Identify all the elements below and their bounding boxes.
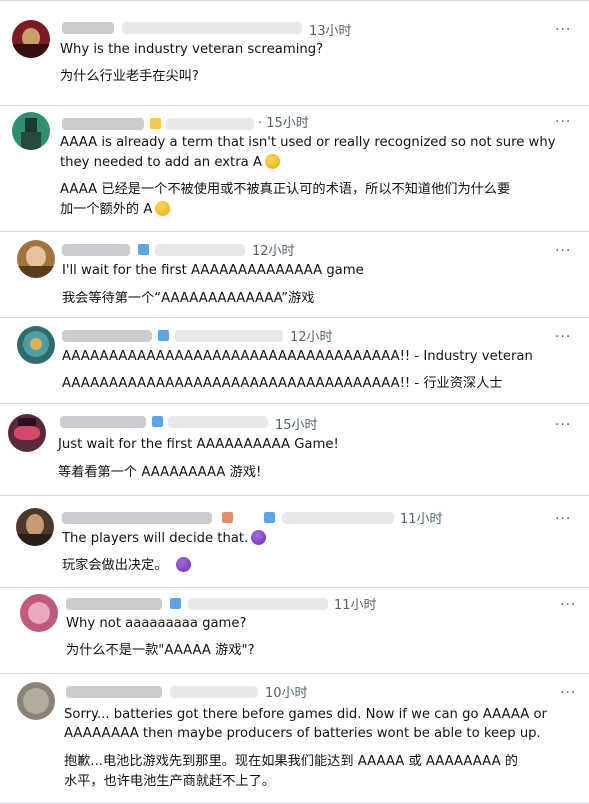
verified-badge-icon	[222, 512, 233, 523]
comment-text-original: AAAA is already a term that isn't used o…	[60, 135, 556, 150]
username-blurred	[66, 598, 162, 610]
timestamp[interactable]: 12小时	[290, 326, 333, 345]
avatar[interactable]	[8, 414, 46, 452]
username-blurred	[66, 686, 162, 698]
handle-blurred	[170, 686, 258, 698]
handle-blurred	[282, 512, 394, 524]
divider	[0, 587, 589, 588]
comment-text-translation: 为什么不是一款"AAAAA 游戏"?	[66, 643, 255, 658]
more-options-icon[interactable]: ···	[555, 330, 571, 344]
verified-badge-icon	[150, 118, 161, 129]
avatar[interactable]	[17, 682, 55, 720]
timestamp[interactable]: · 15小时	[258, 112, 309, 131]
divider	[0, 403, 589, 404]
more-options-icon[interactable]: ···	[555, 23, 571, 37]
avatar[interactable]	[12, 20, 50, 58]
handle-blurred	[155, 244, 245, 256]
avatar[interactable]	[17, 240, 55, 278]
comment-text-original: Sorry... batteries got there before game…	[64, 707, 547, 722]
timestamp[interactable]: 12小时	[252, 240, 295, 259]
comment-text-original-line2: they needed to add an extra A	[60, 152, 280, 173]
more-options-icon[interactable]: ···	[560, 598, 576, 612]
username-blurred	[62, 244, 130, 256]
more-options-icon[interactable]: ···	[555, 418, 571, 432]
handle-blurred	[122, 22, 302, 34]
timestamp[interactable]: 11小时	[334, 594, 377, 613]
comment-text-translation: 为什么行业老手在尖叫?	[60, 69, 199, 84]
comment-text-translation: 玩家会做出决定。	[62, 555, 191, 576]
smiling-face-with-horns-icon	[175, 557, 191, 572]
username-blurred	[62, 512, 212, 524]
handle-blurred	[175, 330, 283, 342]
comment-text-translation: 抱歉...电池比游戏先到那里。现在如果我们能达到 AAAAA 或 AAAAAAA…	[64, 754, 518, 769]
divider	[0, 495, 589, 496]
verified-badge-icon	[152, 416, 163, 427]
comment-text-original: Just wait for the first AAAAAAAAAA Game!	[58, 437, 339, 452]
more-options-icon[interactable]: ···	[555, 512, 571, 526]
divider	[0, 673, 589, 674]
comment-text-translation: AAAAAAAAAAAAAAAAAAAAAAAAAAAAAAAAAAAA!! -…	[62, 376, 503, 391]
comment-text-translation: 等着看第一个 AAAAAAAAA 游戏!	[58, 465, 262, 480]
verified-badge-icon	[138, 244, 149, 255]
divider	[0, 231, 589, 232]
more-options-icon[interactable]: ···	[555, 244, 571, 258]
handle-blurred	[166, 118, 254, 130]
thinking-face-icon	[264, 154, 280, 169]
username-blurred	[62, 118, 144, 130]
comment-text-original: AAAAAAAAAAAAAAAAAAAAAAAAAAAAAAAAAAAA!! -…	[62, 349, 533, 364]
username-blurred	[60, 416, 146, 428]
thinking-face-icon	[155, 201, 171, 216]
comment-text-original: Why is the industry veteran screaming?	[60, 42, 324, 57]
more-options-icon[interactable]: ···	[560, 686, 576, 700]
comment-text-translation: AAAA 已经是一个不被使用或不被真正认可的术语，所以不知道他们为什么要	[60, 182, 511, 197]
smiling-face-with-horns-icon	[251, 530, 267, 545]
comment-text-original-line2: AAAAAAAA then maybe producers of batteri…	[64, 726, 541, 741]
timestamp[interactable]: 11小时	[400, 508, 443, 527]
verified-badge-icon	[264, 512, 275, 523]
divider	[0, 0, 589, 1]
comment-text-translation: 我会等待第一个“AAAAAAAAAAAAA”游戏	[62, 291, 315, 306]
divider	[0, 317, 589, 318]
comment-text-translation-line2: 水平，也许电池生产商就赶不上了。	[64, 774, 275, 789]
comment-text-original: Why not aaaaaaaaa game?	[66, 616, 247, 631]
timestamp[interactable]: 13小时	[309, 20, 352, 39]
username-blurred	[62, 330, 152, 342]
timestamp[interactable]: 10小时	[265, 682, 308, 701]
handle-blurred	[188, 598, 328, 610]
avatar[interactable]	[12, 112, 50, 150]
timestamp[interactable]: 15小时	[275, 414, 318, 433]
comment-text-translation-line2: 加一个额外的 A	[60, 199, 171, 220]
more-options-icon[interactable]: ···	[555, 115, 571, 129]
username-blurred	[62, 22, 114, 34]
verified-badge-icon	[170, 598, 181, 609]
avatar[interactable]	[20, 594, 58, 632]
avatar[interactable]	[16, 508, 54, 546]
comment-text-original: I'll wait for the first AAAAAAAAAAAAAA g…	[62, 263, 364, 278]
avatar[interactable]	[17, 326, 55, 364]
comment-text-original: The players will decide that.	[62, 528, 267, 549]
verified-badge-icon	[158, 330, 169, 341]
handle-blurred	[168, 416, 268, 428]
divider	[0, 105, 589, 106]
